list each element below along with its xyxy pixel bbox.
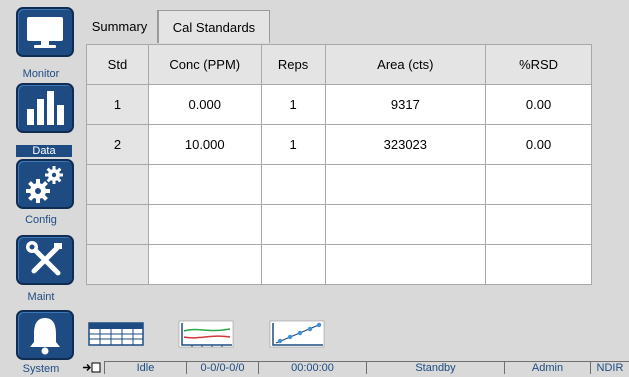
table-row-empty[interactable] — [86, 164, 592, 205]
col-header-rsd[interactable]: %RSD — [485, 44, 592, 85]
cell-empty[interactable] — [324, 244, 487, 285]
status-user: Admin — [504, 361, 590, 374]
nav-system[interactable]: System — [0, 303, 82, 377]
tab-summary[interactable]: Summary — [82, 10, 158, 43]
cal-standards-table: Std Conc (PPM) Reps Area (cts) %RSD 1 0.… — [86, 44, 592, 285]
std-cell[interactable]: 2 — [86, 124, 149, 165]
cell-empty[interactable] — [324, 204, 487, 245]
status-sequence: 0-0/0-0/0 — [186, 361, 258, 374]
table-grid-icon — [88, 322, 144, 346]
nav-maint[interactable]: Maint — [0, 228, 82, 303]
cell-empty[interactable] — [147, 244, 262, 285]
conc-cell[interactable]: 10.000 — [147, 124, 262, 165]
monitor-icon — [27, 17, 63, 48]
std-cell-empty[interactable] — [86, 204, 149, 245]
monitor-tile[interactable] — [16, 7, 74, 57]
std-cell-empty[interactable] — [86, 244, 149, 285]
cell-empty[interactable] — [324, 164, 487, 205]
data-tile[interactable] — [16, 83, 74, 133]
col-header-reps[interactable]: Reps — [260, 44, 326, 85]
trend-view-button[interactable] — [178, 320, 234, 348]
table-row[interactable]: 2 10.000 1 323023 0.00 — [86, 124, 592, 165]
nav-maint-label: Maint — [27, 291, 55, 303]
cell-empty[interactable] — [147, 204, 262, 245]
table-view-button[interactable] — [88, 320, 144, 348]
table-header-row: Std Conc (PPM) Reps Area (cts) %RSD — [86, 44, 592, 85]
cell-empty[interactable] — [485, 164, 592, 205]
area-cell[interactable]: 323023 — [324, 124, 487, 165]
cell-empty[interactable] — [485, 204, 592, 245]
table-row-empty[interactable] — [86, 204, 592, 245]
table-row-empty[interactable] — [86, 244, 592, 285]
status-bar: Idle 0-0/0-0/0 00:00:00 Standby Admin ND… — [82, 361, 629, 374]
tab-summary-label: Summary — [91, 19, 148, 34]
tools-icon — [26, 241, 62, 276]
reps-cell[interactable]: 1 — [260, 84, 326, 125]
calibration-view-button[interactable] — [269, 320, 325, 348]
tab-cal-standards[interactable]: Cal Standards — [158, 10, 270, 43]
col-header-area[interactable]: Area (cts) — [324, 44, 487, 85]
config-tile[interactable] — [16, 159, 74, 209]
trend-lines-icon — [178, 320, 234, 348]
nav-config-label: Config — [25, 214, 57, 226]
maint-tile[interactable] — [16, 235, 74, 285]
exit-icon[interactable] — [82, 361, 102, 374]
rsd-cell[interactable]: 0.00 — [485, 84, 592, 125]
status-mode: Standby — [366, 361, 504, 374]
col-header-conc[interactable]: Conc (PPM) — [147, 44, 262, 85]
bar-chart-icon — [27, 91, 64, 125]
nav-config[interactable]: Config — [0, 152, 82, 226]
nav-data[interactable]: Data — [0, 76, 82, 157]
std-cell-empty[interactable] — [86, 164, 149, 205]
cell-empty[interactable] — [485, 244, 592, 285]
cell-empty[interactable] — [260, 204, 326, 245]
area-cell[interactable]: 9317 — [324, 84, 487, 125]
std-cell[interactable]: 1 — [86, 84, 149, 125]
sidebar: Monitor Data Config Maint System — [0, 0, 82, 377]
col-header-std[interactable]: Std — [86, 44, 149, 85]
reps-cell[interactable]: 1 — [260, 124, 326, 165]
cell-empty[interactable] — [260, 164, 326, 205]
table-row[interactable]: 1 0.000 1 9317 0.00 — [86, 84, 592, 125]
calibration-curve-icon — [269, 320, 325, 348]
status-time: 00:00:00 — [258, 361, 366, 374]
gears-icon — [26, 166, 63, 203]
rsd-cell[interactable]: 0.00 — [485, 124, 592, 165]
status-state: Idle — [104, 361, 186, 374]
nav-system-label: System — [22, 363, 60, 375]
system-tile[interactable] — [16, 310, 74, 360]
cell-empty[interactable] — [260, 244, 326, 285]
status-detector: NDIR — [590, 361, 629, 374]
cell-empty[interactable] — [147, 164, 262, 205]
bell-icon — [30, 318, 60, 355]
conc-cell[interactable]: 0.000 — [147, 84, 262, 125]
nav-monitor[interactable]: Monitor — [0, 0, 82, 80]
tab-cal-standards-label: Cal Standards — [172, 19, 256, 35]
